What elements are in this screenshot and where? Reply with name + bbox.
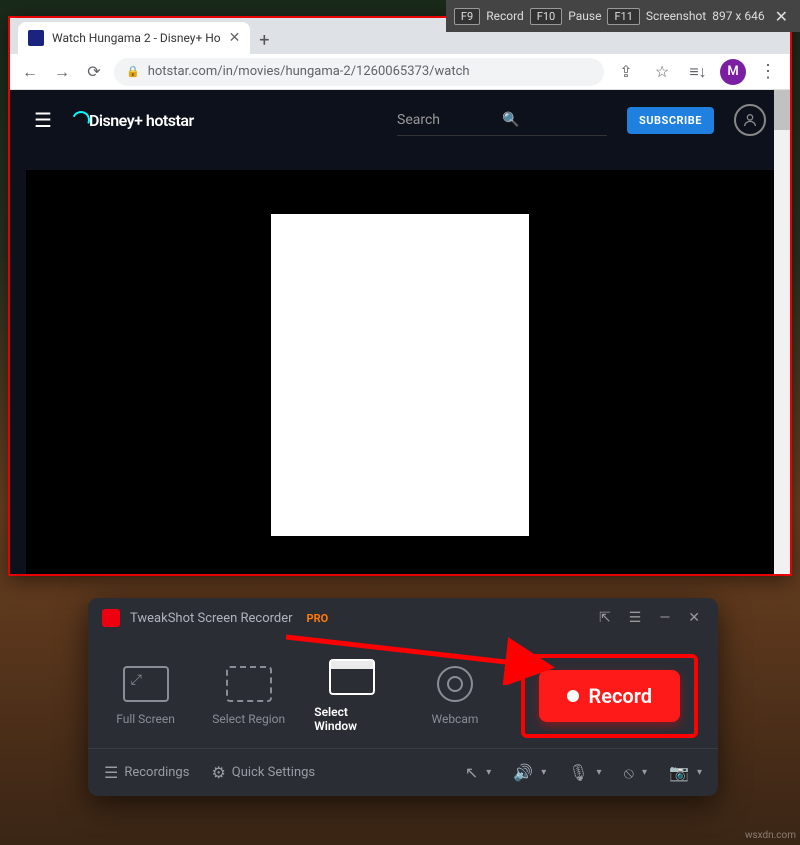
fullscreen-icon — [123, 666, 169, 702]
window-icon — [329, 659, 375, 695]
search-input[interactable]: Search 🔍 — [397, 104, 607, 136]
webcam-icon — [437, 666, 473, 702]
browser-tab[interactable]: Watch Hungama 2 - Disney+ Ho ✕ — [18, 22, 250, 54]
app-menu-button[interactable]: ☰ — [625, 610, 646, 626]
mode-webcam[interactable]: Webcam — [417, 666, 492, 726]
logo-text: Disney+ hotstar — [89, 111, 194, 130]
overlay-close-button[interactable]: ✕ — [771, 7, 792, 26]
user-icon — [742, 112, 758, 128]
hotkey-f9: F9 — [454, 8, 480, 25]
record-label: Record — [589, 684, 653, 708]
url-input[interactable]: 🔒 hotstar.com/in/movies/hungama-2/126006… — [114, 58, 604, 86]
close-button[interactable]: ✕ — [684, 610, 704, 626]
reading-list-button[interactable]: ≡↓ — [684, 58, 712, 86]
app-icon — [102, 609, 120, 627]
scroll-thumb[interactable] — [774, 90, 790, 130]
new-tab-button[interactable]: + — [250, 26, 278, 54]
reload-button[interactable]: ⟳ — [82, 60, 106, 84]
profile-avatar[interactable]: M — [720, 59, 746, 85]
hotkey-f11-label: Screenshot — [646, 9, 706, 23]
speaker-icon: 🔊 — [513, 763, 533, 782]
hotstar-logo[interactable]: Disney+ hotstar — [72, 111, 194, 130]
browser-menu-button[interactable]: ⋮ — [754, 58, 782, 86]
overlay-icon: ⦸ — [624, 763, 634, 783]
record-dot-icon — [567, 690, 579, 702]
mode-full-screen[interactable]: Full Screen — [108, 666, 183, 726]
record-button[interactable]: Record — [539, 670, 681, 722]
hamburger-menu-button[interactable]: ☰ — [34, 108, 52, 132]
video-poster — [271, 214, 529, 536]
mic-toggle[interactable]: 🎙▾ — [568, 763, 601, 782]
mode-select-region[interactable]: Select Region — [211, 666, 286, 726]
favicon-icon — [28, 30, 44, 46]
user-profile-button[interactable] — [734, 104, 766, 136]
search-placeholder: Search — [397, 112, 502, 128]
tab-title: Watch Hungama 2 - Disney+ Ho — [52, 31, 221, 45]
gear-icon: ⚙ — [211, 763, 225, 782]
lock-icon: 🔒 — [126, 65, 140, 78]
quick-settings-button[interactable]: ⚙ Quick Settings — [211, 763, 315, 782]
mode-select-window[interactable]: Select Window — [314, 659, 389, 733]
capture-modes: Full Screen Select Region Select Window … — [88, 638, 718, 748]
capture-dimensions: 897 x 646 — [712, 9, 764, 23]
browser-window: Watch Hungama 2 - Disney+ Ho ✕ + ← → ⟳ 🔒… — [8, 16, 792, 576]
mode-label: Full Screen — [116, 712, 175, 726]
list-icon: ☰ — [104, 763, 118, 782]
overlay-toggle[interactable]: ⦸▾ — [624, 763, 647, 783]
video-player[interactable] — [26, 170, 774, 574]
cursor-icon: ↖ — [465, 763, 478, 782]
tab-close-button[interactable]: ✕ — [229, 30, 241, 46]
pro-badge: PRO — [307, 612, 329, 625]
pin-button[interactable]: ⇱ — [595, 610, 615, 626]
back-button[interactable]: ← — [18, 60, 42, 84]
speaker-toggle[interactable]: 🔊▾ — [513, 763, 546, 782]
camera-icon: 📷 — [669, 763, 689, 782]
subscribe-button[interactable]: SUBSCRIBE — [627, 107, 714, 134]
hotkey-f10-label: Pause — [568, 9, 601, 23]
mode-label: Webcam — [431, 712, 478, 726]
bookmark-button[interactable]: ☆ — [648, 58, 676, 86]
mode-label: Select Region — [212, 712, 285, 726]
quick-settings-label: Quick Settings — [232, 765, 315, 780]
hotkey-f9-label: Record — [486, 9, 524, 23]
mic-icon: 🎙 — [568, 763, 588, 782]
app-title: TweakShot Screen Recorder — [130, 611, 293, 626]
page-content: ☰ Disney+ hotstar Search 🔍 SUBSCRIBE — [10, 90, 790, 574]
cursor-toggle[interactable]: ↖▾ — [465, 763, 491, 782]
recorder-window: TweakShot Screen Recorder PRO ⇱ ☰ — ✕ Fu… — [88, 598, 718, 796]
camera-toggle[interactable]: 📷▾ — [669, 763, 702, 782]
page-scrollbar[interactable] — [774, 90, 790, 574]
forward-button[interactable]: → — [50, 60, 74, 84]
recorder-bottom-bar: ☰ Recordings ⚙ Quick Settings ↖▾ 🔊▾ 🎙▾ ⦸… — [88, 748, 718, 796]
minimize-button[interactable]: — — [655, 610, 674, 626]
address-bar: ← → ⟳ 🔒 hotstar.com/in/movies/hungama-2/… — [10, 54, 790, 90]
recordings-button[interactable]: ☰ Recordings — [104, 763, 189, 782]
hotstar-header: ☰ Disney+ hotstar Search 🔍 SUBSCRIBE — [10, 90, 790, 150]
share-button[interactable]: ⇪ — [612, 58, 640, 86]
url-text: hotstar.com/in/movies/hungama-2/12600653… — [148, 64, 470, 79]
region-icon — [226, 666, 272, 702]
watermark: wsxdn.com — [745, 830, 796, 841]
hotkey-f10: F10 — [530, 8, 562, 25]
capture-overlay-bar: F9 Record F10 Pause F11 Screenshot 897 x… — [446, 0, 800, 32]
recorder-titlebar: TweakShot Screen Recorder PRO ⇱ ☰ — ✕ — [88, 598, 718, 638]
mode-label: Select Window — [314, 705, 389, 733]
recordings-label: Recordings — [124, 765, 189, 780]
record-highlight: Record — [521, 654, 699, 738]
search-icon: 🔍 — [502, 112, 607, 128]
hotkey-f11: F11 — [607, 8, 639, 25]
